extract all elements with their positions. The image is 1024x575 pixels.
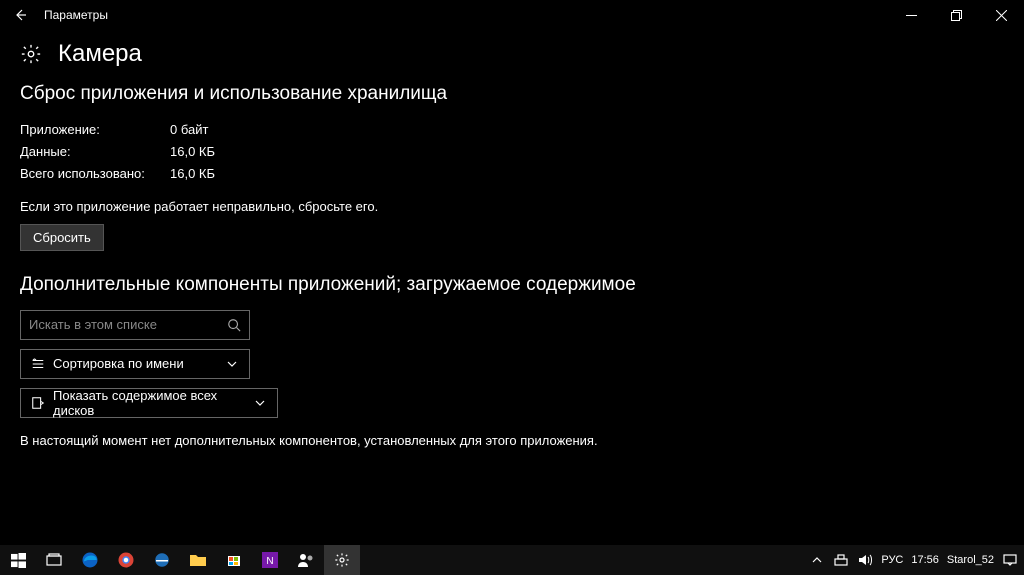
taskbar-store[interactable] <box>216 545 252 575</box>
taskbar-right: РУС 17:56 Starol_52 <box>809 545 1024 575</box>
arrow-left-icon <box>12 7 28 23</box>
storage-row-value: 16,0 КБ <box>170 163 215 185</box>
ethernet-icon <box>834 554 848 566</box>
edge-icon <box>81 551 99 569</box>
addons-empty-text: В настоящий момент нет дополнительных ко… <box>20 432 1004 450</box>
storage-row-app: Приложение: 0 байт <box>20 119 1004 141</box>
storage-row-label: Приложение: <box>20 119 170 141</box>
taskbar-chrome[interactable] <box>108 545 144 575</box>
restore-icon <box>951 10 962 21</box>
tray-chevron[interactable] <box>809 552 825 568</box>
addons-search[interactable] <box>20 310 250 340</box>
taskbar-edge[interactable] <box>72 545 108 575</box>
chevron-down-icon <box>223 358 241 370</box>
taskbar-onenote[interactable]: N <box>252 545 288 575</box>
storage-row-total: Всего использовано: 16,0 КБ <box>20 163 1004 185</box>
minimize-button[interactable] <box>889 0 934 30</box>
search-icon <box>219 318 249 332</box>
taskview-icon <box>46 553 62 567</box>
taskview-button[interactable] <box>36 545 72 575</box>
addons-search-input[interactable] <box>21 317 219 332</box>
gear-icon <box>20 43 42 65</box>
chevron-up-icon <box>812 555 822 565</box>
taskbar-ie[interactable] <box>144 545 180 575</box>
action-center[interactable] <box>1002 552 1018 568</box>
close-button[interactable] <box>979 0 1024 30</box>
storage-row-data: Данные: 16,0 КБ <box>20 141 1004 163</box>
drive-dropdown[interactable]: Показать содержимое всех дисков <box>20 388 278 418</box>
user-label[interactable]: Starol_52 <box>947 554 994 566</box>
svg-text:N: N <box>266 556 273 567</box>
taskbar-people[interactable] <box>288 545 324 575</box>
close-icon <box>996 10 1007 21</box>
addons-section-heading: Дополнительные компоненты приложений; за… <box>20 273 1004 298</box>
reset-button[interactable]: Сбросить <box>20 224 104 251</box>
people-icon <box>297 552 315 568</box>
restore-button[interactable] <box>934 0 979 30</box>
reset-section-heading: Сброс приложения и использование хранили… <box>20 82 1004 107</box>
chrome-icon <box>117 551 135 569</box>
store-icon <box>226 552 242 568</box>
storage-row-label: Всего использовано: <box>20 163 170 185</box>
reset-helper-text: Если это приложение работает неправильно… <box>20 199 1004 214</box>
folder-icon <box>189 552 207 568</box>
window-controls <box>889 0 1024 30</box>
input-language[interactable]: РУС <box>881 554 903 566</box>
speaker-icon <box>858 554 872 566</box>
taskbar-explorer[interactable] <box>180 545 216 575</box>
storage-row-value: 0 байт <box>170 119 208 141</box>
drive-dropdown-label: Показать содержимое всех дисков <box>53 388 251 418</box>
sort-dropdown[interactable]: Сортировка по имени <box>20 349 250 379</box>
window-title: Параметры <box>40 8 108 22</box>
gear-icon <box>334 552 350 568</box>
onenote-icon: N <box>262 552 278 568</box>
page-title: Камера <box>58 40 142 68</box>
sort-icon <box>29 357 47 371</box>
taskbar-settings[interactable] <box>324 545 360 575</box>
clock[interactable]: 17:56 <box>911 554 939 566</box>
taskbar-left: N <box>0 545 360 575</box>
minimize-icon <box>906 10 917 21</box>
taskbar: N РУС 17:56 Starol_52 <box>0 545 1024 575</box>
page-header: Камера <box>0 30 1024 82</box>
storage-table: Приложение: 0 байт Данные: 16,0 КБ Всего… <box>20 119 1004 185</box>
back-button[interactable] <box>0 0 40 30</box>
sort-dropdown-label: Сортировка по имени <box>53 356 223 371</box>
titlebar: Параметры <box>0 0 1024 30</box>
ie-icon <box>153 551 171 569</box>
chevron-down-icon <box>251 397 269 409</box>
drive-icon <box>29 396 47 410</box>
volume-icon[interactable] <box>857 552 873 568</box>
windows-icon <box>11 553 26 568</box>
notification-icon <box>1003 554 1017 566</box>
start-button[interactable] <box>0 545 36 575</box>
content: Сброс приложения и использование хранили… <box>0 82 1024 450</box>
storage-row-label: Данные: <box>20 141 170 163</box>
storage-row-value: 16,0 КБ <box>170 141 215 163</box>
network-icon[interactable] <box>833 552 849 568</box>
addons-section: Дополнительные компоненты приложений; за… <box>20 273 1004 450</box>
